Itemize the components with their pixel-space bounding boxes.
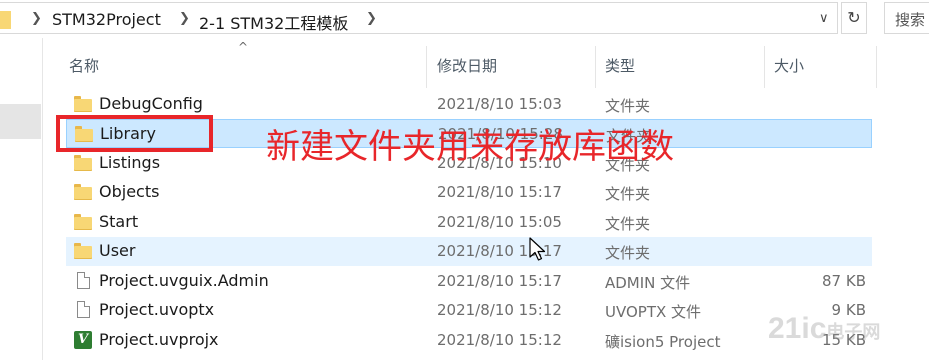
- file-date: 2021/8/10 15:12: [437, 331, 562, 349]
- navigation-pane[interactable]: [0, 38, 43, 360]
- file-row-objects[interactable]: Objects 2021/8/10 15:17 文件夹: [66, 178, 872, 207]
- file-type: 文件夹: [605, 215, 651, 233]
- file-date: 2021/8/10 15:03: [437, 95, 562, 113]
- breadcrumb-project-template[interactable]: 2-1 STM32工程模板: [199, 10, 348, 34]
- refresh-button[interactable]: ↻: [841, 2, 867, 34]
- folder-icon: [74, 95, 92, 113]
- file-name: Project.uvoptx: [99, 300, 215, 319]
- file-type: 礦ision5 Project: [605, 333, 721, 351]
- column-divider[interactable]: [764, 46, 765, 88]
- folder-icon: [74, 183, 92, 201]
- column-date-modified[interactable]: 修改日期: [437, 55, 497, 76]
- file-type: ADMIN 文件: [605, 274, 691, 292]
- column-size[interactable]: 大小: [774, 55, 804, 76]
- file-date: 2021/8/10 15:17: [437, 272, 562, 290]
- mouse-cursor-icon: [529, 237, 546, 261]
- chevron-down-icon[interactable]: ∨: [819, 11, 829, 26]
- column-divider[interactable]: [876, 46, 877, 88]
- chevron-right-icon[interactable]: ❯: [366, 11, 377, 26]
- file-name: Objects: [99, 182, 160, 201]
- file-row-uvprojx[interactable]: V Project.uvprojx 2021/8/10 15:12 礦ision…: [66, 326, 872, 355]
- file-name: Project.uvprojx: [99, 330, 219, 349]
- folder-icon: [74, 213, 92, 231]
- folder-icon: [74, 154, 92, 172]
- file-type: 文件夹: [605, 244, 651, 262]
- column-divider[interactable]: [595, 46, 596, 88]
- breadcrumb-stm32project[interactable]: STM32Project: [52, 10, 161, 29]
- file-date: 2021/8/10 15:05: [437, 213, 562, 231]
- file-name: Project.uvguix.Admin: [99, 271, 269, 290]
- file-name: Start: [99, 212, 139, 231]
- annotation-highlight-box: [56, 115, 213, 152]
- keil-uvision-icon: V: [74, 331, 92, 349]
- column-header: ^ 名称 修改日期 类型 大小: [42, 38, 929, 88]
- column-type[interactable]: 类型: [605, 55, 635, 76]
- file-row-uvguix-admin[interactable]: Project.uvguix.Admin 2021/8/10 15:17 ADM…: [66, 267, 872, 296]
- file-name: Listings: [99, 153, 161, 172]
- nav-selected-item[interactable]: [0, 104, 41, 139]
- file-type: UVOPTX 文件: [605, 303, 702, 321]
- file-type: 文件夹: [605, 97, 651, 115]
- watermark-logo: 21ic电子网: [768, 312, 880, 346]
- folder-icon: [74, 242, 92, 260]
- file-row-user[interactable]: User 2021/8/10 15:17 文件夹: [66, 237, 872, 266]
- document-icon: [74, 301, 92, 319]
- watermark-subtext: 电子网: [826, 322, 881, 342]
- document-icon: [74, 272, 92, 290]
- file-row-start[interactable]: Start 2021/8/10 15:05 文件夹: [66, 208, 872, 237]
- sort-ascending-icon: ^: [238, 40, 249, 54]
- address-bar[interactable]: ❯ STM32Project ❯ 2-1 STM32工程模板 ❯ ∨: [0, 2, 838, 34]
- annotation-text: 新建文件夹用来存放库函数: [266, 127, 674, 167]
- file-row-uvoptx[interactable]: Project.uvoptx 2021/8/10 15:12 UVOPTX 文件…: [66, 296, 872, 325]
- address-toolbar: ❯ STM32Project ❯ 2-1 STM32工程模板 ❯ ∨ ↻ 搜索: [0, 0, 929, 38]
- column-name[interactable]: 名称: [69, 55, 99, 76]
- file-size: 87 KB: [822, 272, 866, 290]
- folder-icon: [0, 11, 11, 29]
- watermark-text: 21ic: [768, 312, 827, 345]
- refresh-icon: ↻: [847, 8, 861, 27]
- file-date: 2021/8/10 15:17: [437, 183, 562, 201]
- column-divider[interactable]: [426, 46, 427, 88]
- chevron-right-icon[interactable]: ❯: [31, 11, 42, 26]
- file-date: 2021/8/10 15:12: [437, 301, 562, 319]
- search-input[interactable]: 搜索: [884, 2, 929, 34]
- file-type: 文件夹: [605, 185, 651, 203]
- chevron-right-icon[interactable]: ❯: [179, 11, 190, 26]
- file-name: User: [99, 241, 136, 260]
- file-name: DebugConfig: [99, 94, 203, 113]
